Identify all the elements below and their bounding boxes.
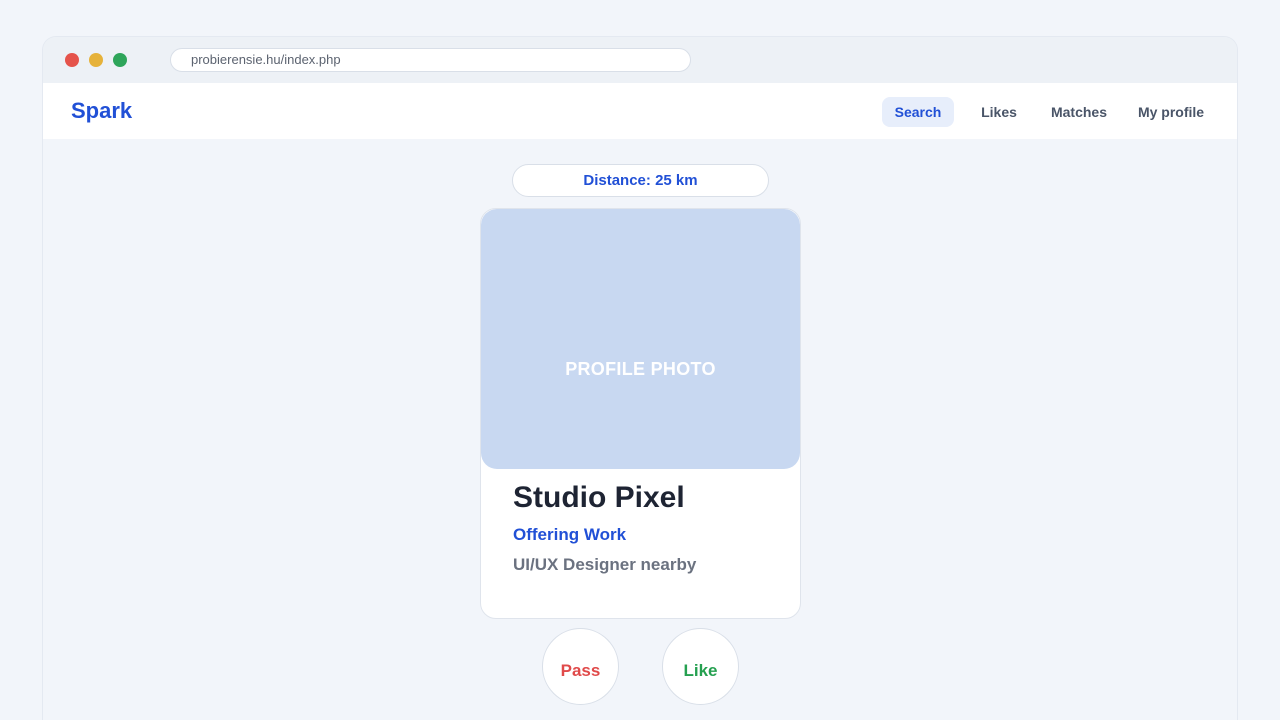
app-logo[interactable]: Spark xyxy=(71,83,132,139)
close-window-icon[interactable] xyxy=(65,53,79,67)
profile-card: PROFILE PHOTO Studio Pixel Offering Work… xyxy=(480,208,801,619)
profile-description: UI/UX Designer nearby xyxy=(513,555,697,574)
nav-likes[interactable]: Likes xyxy=(971,97,1027,127)
nav-my-profile[interactable]: My profile xyxy=(1131,97,1211,127)
top-navbar: Spark Search Likes Matches My profile xyxy=(43,83,1237,139)
browser-titlebar: probierensie.hu/index.php xyxy=(43,37,1237,83)
like-button[interactable]: Like xyxy=(662,628,739,705)
profile-photo: PROFILE PHOTO xyxy=(481,209,800,469)
profile-photo-placeholder: PROFILE PHOTO xyxy=(565,359,716,379)
minimize-window-icon[interactable] xyxy=(89,53,103,67)
distance-filter-button[interactable]: Distance: 25 km xyxy=(512,164,769,197)
profile-status: Offering Work xyxy=(513,525,627,544)
address-bar[interactable]: probierensie.hu/index.php xyxy=(170,48,691,72)
browser-window: probierensie.hu/index.php Spark Search L… xyxy=(42,36,1238,720)
nav-matches[interactable]: Matches xyxy=(1043,97,1115,127)
pass-button[interactable]: Pass xyxy=(542,628,619,705)
nav-search[interactable]: Search xyxy=(882,97,954,127)
maximize-window-icon[interactable] xyxy=(113,53,127,67)
profile-name: Studio Pixel xyxy=(513,481,685,514)
